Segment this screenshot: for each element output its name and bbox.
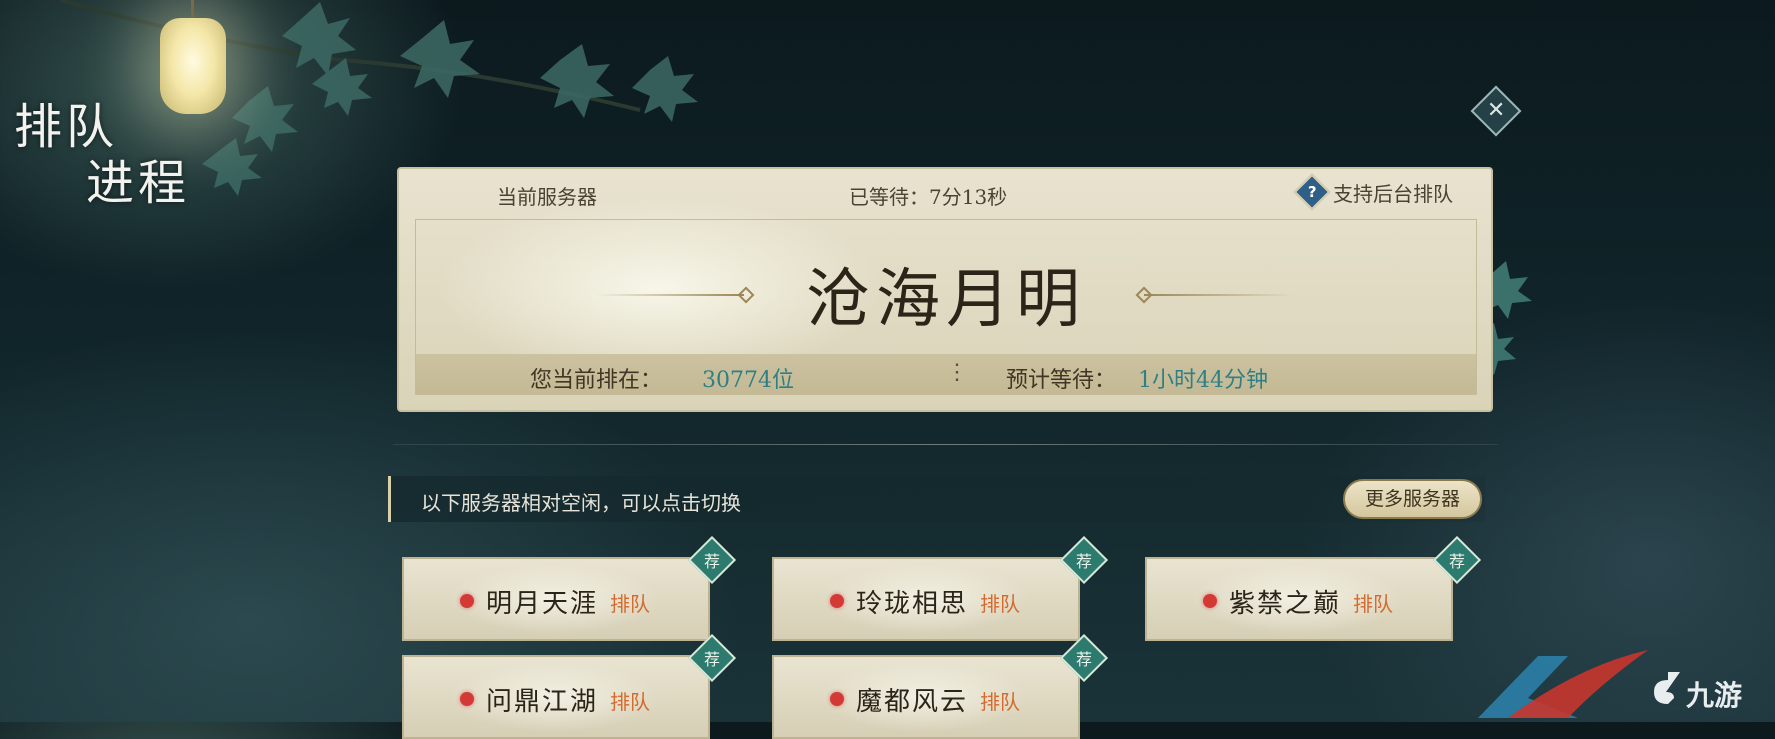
background-queue-info[interactable]: ? 支持后台排队 bbox=[1293, 173, 1453, 211]
server-name: 魔都风云 bbox=[856, 687, 969, 717]
server-status: 排队 bbox=[610, 690, 650, 714]
current-server-label: 当前服务器 bbox=[497, 185, 597, 209]
estimated-wait-label: 预计等待： bbox=[1006, 368, 1117, 393]
server-status: 排队 bbox=[610, 592, 650, 616]
server-name: 紫禁之巅 bbox=[1229, 589, 1342, 619]
server-name: 问鼎江湖 bbox=[486, 687, 599, 717]
server-option-card[interactable]: 魔都风云 排队 bbox=[772, 655, 1080, 739]
queue-position-label: 您当前排在： bbox=[530, 368, 663, 393]
status-dot-icon bbox=[460, 594, 474, 608]
idle-servers-hint-bar: 以下服务器相对空闲，可以点击切换 bbox=[388, 476, 1485, 522]
background-queue-label: 支持后台排队 bbox=[1333, 181, 1453, 206]
queue-card-body: 沧海月明 您当前排在： 30774位 ⋮ 预计等待： 1小时44分钟 bbox=[415, 219, 1477, 395]
screen-title-line2: 进程 bbox=[86, 155, 191, 211]
current-server-name: 沧海月明 bbox=[806, 263, 1086, 337]
server-option-card[interactable]: 紫禁之巅 排队 bbox=[1145, 557, 1453, 641]
estimated-wait-value: 1小时44分钟 bbox=[1138, 368, 1268, 393]
close-button[interactable]: ✕ bbox=[1470, 85, 1522, 137]
status-dot-icon bbox=[830, 594, 844, 608]
idle-servers-hint: 以下服务器相对空闲，可以点击切换 bbox=[421, 491, 741, 515]
status-dot-icon bbox=[460, 692, 474, 706]
screen-title: 排队 进程 bbox=[14, 100, 224, 220]
separator: ⋮ bbox=[946, 360, 968, 385]
queue-position-bar: 您当前排在： 30774位 ⋮ 预计等待： 1小时44分钟 bbox=[416, 354, 1476, 394]
server-status: 排队 bbox=[1353, 592, 1393, 616]
server-option-card[interactable]: 明月天涯 排队 bbox=[402, 557, 710, 641]
waited-time: 已等待：7分13秒 bbox=[849, 185, 1008, 209]
section-divider bbox=[393, 444, 1498, 445]
decorative-line-right bbox=[1144, 294, 1292, 296]
server-name: 明月天涯 bbox=[486, 589, 599, 619]
server-name: 玲珑相思 bbox=[856, 589, 969, 619]
status-dot-icon bbox=[830, 692, 844, 706]
server-option-card[interactable]: 玲珑相思 排队 bbox=[772, 557, 1080, 641]
more-servers-button[interactable]: 更多服务器 bbox=[1343, 479, 1482, 519]
screen-title-line1: 排队 bbox=[14, 99, 119, 155]
close-icon: ✕ bbox=[1486, 98, 1506, 123]
queue-card-header: 当前服务器 已等待：7分13秒 ? 支持后台排队 bbox=[399, 169, 1491, 215]
watermark-text: 九游 bbox=[1686, 679, 1743, 712]
queue-status-card: 当前服务器 已等待：7分13秒 ? 支持后台排队 沧海月明 您当前排在： 307… bbox=[397, 167, 1493, 412]
queue-position-value: 30774位 bbox=[702, 368, 794, 393]
status-dot-icon bbox=[1203, 594, 1217, 608]
server-option-card[interactable]: 问鼎江湖 排队 bbox=[402, 655, 710, 739]
server-status: 排队 bbox=[980, 690, 1020, 714]
server-status: 排队 bbox=[980, 592, 1020, 616]
help-icon[interactable]: ? bbox=[1293, 173, 1331, 211]
